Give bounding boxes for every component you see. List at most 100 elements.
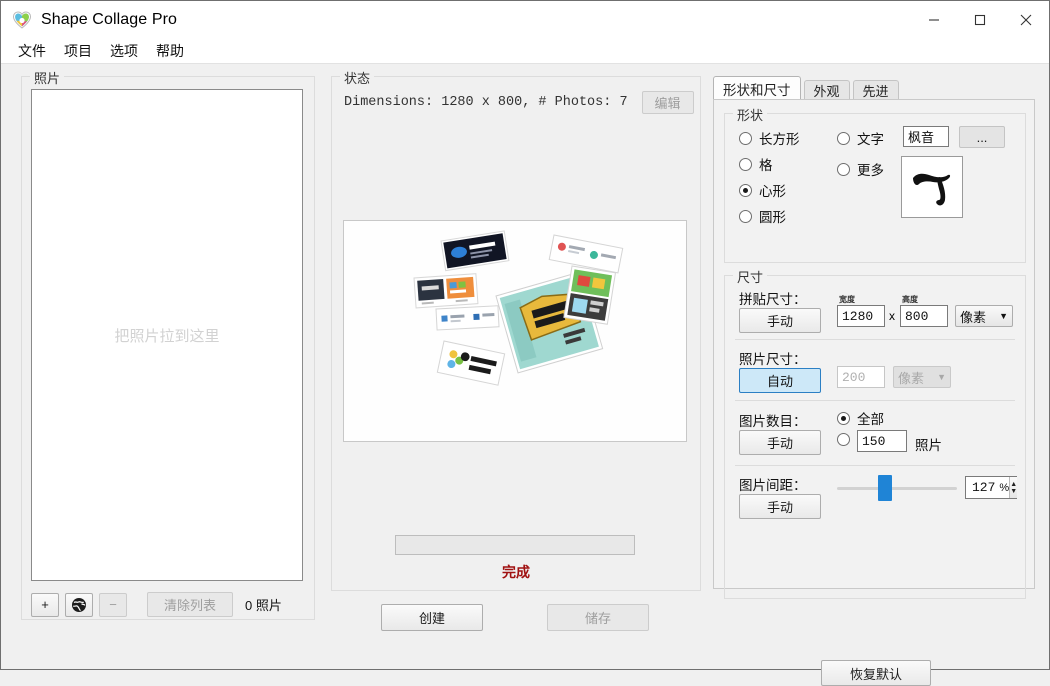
drop-hint-text: 把照片拉到这里 [114,327,220,345]
close-icon[interactable] [1003,1,1049,39]
shape-option-text[interactable]: 文字 [837,128,884,148]
size-group: 尺寸 拼贴尺寸： 手动 宽度 1280 x 高度 800 像素 ▼ 照片尺寸： … [724,267,1026,599]
collage-size-label: 拼贴尺寸： [739,292,807,307]
shape-group: 形状 长方形 格 心形 圆形 文字 更多 枫音 ... [724,105,1026,263]
collage-preview-image [344,221,686,441]
chevron-down-icon-2: ▼ [937,372,946,382]
shape-option-grid[interactable]: 格 [739,154,800,174]
menu-item-project[interactable]: 项目 [55,39,101,63]
shape-text-input[interactable]: 枫音 [903,126,949,147]
clear-list-button[interactable]: 清除列表 [147,592,233,617]
size-group-legend: 尺寸 [733,267,768,286]
shape-text-browse-button[interactable]: ... [959,126,1005,148]
status-group: 状态 Dimensions: 1280 x 800, # Photos: 7 编… [331,68,701,591]
action-buttons: 创建 储存 [331,604,699,631]
remove-photo-button[interactable]: − [99,592,127,617]
menu-item-file[interactable]: 文件 [9,39,55,63]
photo-size-unit-value: 像素 [898,370,925,386]
photo-count-value: 0 [245,598,253,613]
photo-count-input[interactable]: 150 [857,430,907,452]
tab-appearance[interactable]: 外观 [803,80,850,100]
radio-more-icon [837,162,850,176]
photo-count-suffix: 照片 [915,438,942,453]
spinner-down-icon[interactable]: ▼ [1010,488,1017,495]
photo-count-unit: 照片 [255,598,282,613]
collage-height-input[interactable]: 800 [900,305,948,327]
divider-2 [735,400,1015,401]
restore-defaults-button[interactable]: 恢复默认 [821,660,931,686]
photo-size-unit-select[interactable]: 像素 ▼ [893,366,951,388]
progress-bar [395,535,635,555]
save-button[interactable]: 储存 [547,604,649,631]
radio-all-icon [837,411,850,425]
tab-shape-and-size[interactable]: 形状和尺寸 [713,76,801,100]
shape-option-circle[interactable]: 圆形 [739,206,800,226]
dimensions-text: Dimensions: 1280 x 800, # Photos: 7 [344,95,628,110]
photo-spacing-mode-button[interactable]: 手动 [739,494,821,519]
main-content: 照片 把照片拉到这里 + − 清除列表 0 照片 状态 Dimensions: … [1,64,1049,686]
collage-unit-select[interactable]: 像素 ▼ [955,305,1013,327]
shape-option-rectangle[interactable]: 长方形 [739,128,800,148]
globe-glyph [72,597,86,612]
spacing-value-spinner[interactable]: 127 % ▲ ▼ [965,476,1018,499]
divider-1 [735,339,1015,340]
size-separator: x [889,309,895,323]
photo-size-input[interactable]: 200 [837,366,885,388]
window-title: Shape Collage Pro [41,11,178,28]
spacing-unit: % [999,481,1010,494]
shape-label-circle: 圆形 [759,210,786,225]
edit-button[interactable]: 编辑 [641,91,694,114]
photo-count: 0 照片 [245,595,282,614]
globe-icon[interactable] [65,592,93,617]
collage-width-input[interactable]: 1280 [837,305,885,327]
tab-advanced[interactable]: 先进 [852,80,899,100]
status-done-text: 完成 [502,564,530,580]
shape-label-rectangle: 长方形 [759,132,800,147]
radio-number-icon [837,433,850,446]
spinner-up-icon[interactable]: ▲ [1010,481,1017,488]
shape-group-legend: 形状 [733,105,768,124]
width-caption: 宽度 [839,295,855,304]
height-caption: 高度 [902,295,918,304]
radio-text-icon [837,131,850,145]
collage-preview[interactable] [343,220,687,442]
brush-glyph-icon [913,173,951,206]
photo-count-option-number[interactable] [837,433,850,446]
photo-drop-area[interactable]: 把照片拉到这里 [31,89,303,581]
spinner-arrows-icon[interactable]: ▲ ▼ [1009,477,1018,498]
photo-size-mode-button[interactable]: 自动 [739,368,821,393]
menu-bar: 文件 项目 选项 帮助 [1,39,1049,64]
divider-3 [735,465,1015,466]
status-group-legend: 状态 [340,68,375,87]
menu-item-help[interactable]: 帮助 [147,39,193,63]
shape-option-heart[interactable]: 心形 [739,180,800,200]
add-photo-button[interactable]: + [31,592,59,617]
title-bar: Shape Collage Pro [1,1,1049,39]
shape-label-text: 文字 [857,132,884,147]
photo-spacing-label: 图片间距： [739,478,807,493]
collage-size-mode-button[interactable]: 手动 [739,308,821,333]
photos-group-legend: 照片 [30,68,65,87]
photo-count-option-all[interactable]: 全部 [837,408,884,428]
dimensions-row: Dimensions: 1280 x 800, # Photos: 7 编辑 [344,91,694,114]
spacing-slider-track[interactable] [837,487,957,490]
window-controls [911,1,1049,39]
menu-item-options[interactable]: 选项 [101,39,147,63]
spacing-slider-thumb[interactable] [878,475,892,501]
minimize-icon[interactable] [911,1,957,39]
photo-count-label: 图片数目： [739,414,807,429]
create-button[interactable]: 创建 [381,604,483,631]
radio-rectangle-icon [739,131,752,145]
shape-label-heart: 心形 [759,184,786,199]
radio-heart-icon [739,183,752,197]
settings-tab-panel: 形状和尺寸 外观 先进 形状 长方形 格 心形 圆形 文字 更多 枫音 ... … [713,76,1035,599]
brush-glyph-preview[interactable] [901,156,963,218]
shape-label-more: 更多 [857,163,884,178]
spacing-value: 127 [972,480,996,495]
shape-option-more[interactable]: 更多 [837,159,884,179]
shape-label-grid: 格 [759,158,773,173]
photo-count-mode-button[interactable]: 手动 [739,430,821,455]
radio-circle-icon [739,209,752,223]
chevron-down-icon: ▼ [999,311,1008,321]
maximize-icon[interactable] [957,1,1003,39]
